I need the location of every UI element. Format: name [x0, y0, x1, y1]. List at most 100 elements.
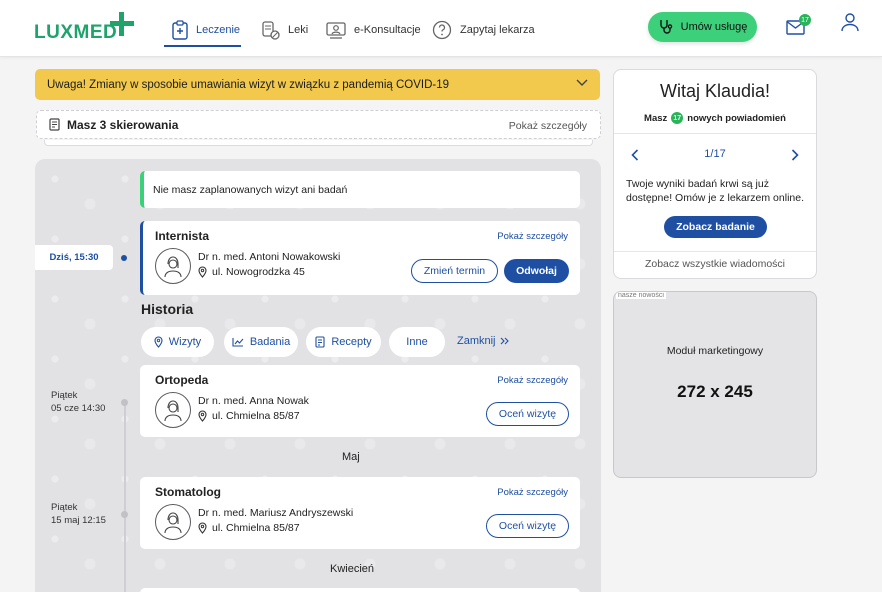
- filter-label: Wizyty: [168, 336, 202, 348]
- address-text: ul. Nowogrodzka 45: [212, 266, 305, 278]
- notification-pager: 1/17: [704, 148, 726, 160]
- visit-date: 05 cze 14:30: [51, 403, 106, 414]
- book-service-label: Umów usługę: [680, 21, 748, 33]
- visit-title: Stomatolog: [155, 485, 221, 499]
- collapse-label: Zamknij: [457, 335, 496, 347]
- top-header: LUXMED Leczenie Leki e-Konsultacje Zapyt…: [0, 0, 882, 57]
- filter-label: Inne: [406, 336, 428, 348]
- notif-suffix: nowych powiadomień: [687, 112, 786, 124]
- visit-address: ul. Nowogrodzka 45: [198, 266, 305, 278]
- location-pin-icon: [198, 522, 207, 534]
- timeline-dot: [121, 511, 128, 518]
- all-messages-link[interactable]: Zobacz wszystkie wiadomości: [614, 258, 816, 270]
- doctor-avatar: [155, 392, 191, 428]
- messages-count-badge: 17: [799, 14, 811, 26]
- timeline-dot-today: [121, 255, 127, 261]
- document-icon: [49, 118, 60, 131]
- upcoming-visit-card: Internista Pokaż szczegóły Dr n. med. An…: [140, 221, 580, 295]
- referrals-title: Masz 3 skierowania: [67, 117, 179, 132]
- logo-cross-icon: [110, 12, 134, 36]
- referrals-details-link[interactable]: Pokaż szczegóły: [509, 120, 587, 132]
- book-service-button[interactable]: Umów usługę: [648, 12, 757, 42]
- notifications-summary: Masz 17 nowych powiadomień: [614, 112, 816, 124]
- visit-address: ul. Chmielna 85/87: [198, 410, 300, 422]
- timeline-dot: [121, 399, 128, 406]
- change-date-button[interactable]: Zmień termin: [411, 259, 498, 283]
- cancel-visit-button[interactable]: Odwołaj: [504, 259, 569, 283]
- doctor-icon: [164, 512, 182, 534]
- visit-day: Piątek: [51, 390, 78, 401]
- chevron-down-icon: [576, 79, 588, 86]
- history-heading: Historia: [141, 301, 194, 317]
- nav-leczenie[interactable]: Leczenie: [172, 13, 240, 47]
- marketing-module[interactable]: nasze nowości Moduł marketingowy 272 x 2…: [613, 291, 817, 478]
- doctor-name: Dr n. med. Mariusz Andryszewski: [198, 507, 354, 519]
- nav-leki[interactable]: Leki: [262, 13, 308, 47]
- nav-e-konsultacje[interactable]: e-Konsultacje: [326, 13, 421, 47]
- visit-date-label: Piątek 05 cze 14:30: [51, 389, 105, 415]
- referrals-stack-edge: [44, 140, 593, 146]
- no-visits-card: Nie masz zaplanowanych wizyt ani badań: [140, 171, 580, 208]
- filter-recepty[interactable]: Recepty: [306, 327, 381, 357]
- address-text: ul. Chmielna 85/87: [212, 410, 300, 422]
- filter-wizyty[interactable]: Wizyty: [141, 327, 214, 357]
- doctor-name: Dr n. med. Anna Nowak: [198, 395, 309, 407]
- visit-date-label: Piątek 15 maj 12:15: [51, 501, 106, 527]
- doctor-name: Dr n. med. Antoni Nowakowski: [198, 251, 341, 263]
- nav-zapytaj-lekarza[interactable]: Zapytaj lekarza: [432, 13, 535, 47]
- filter-label: Recepty: [331, 336, 372, 348]
- location-pin-icon: [154, 336, 163, 348]
- visit-address: ul. Chmielna 85/87: [198, 522, 300, 534]
- collapse-filters-button[interactable]: Zamknij: [457, 335, 509, 347]
- messages-button[interactable]: 17: [786, 14, 811, 38]
- location-pin-icon: [198, 410, 207, 422]
- month-separator: Kwiecień: [330, 563, 375, 575]
- logo-text: LUXMED: [34, 22, 118, 43]
- nav-label: Leki: [288, 24, 309, 36]
- stethoscope-icon: [659, 20, 672, 34]
- notif-prefix: Masz: [644, 112, 668, 124]
- clipboard-medical-icon: [172, 20, 188, 40]
- filter-label: Badania: [249, 336, 291, 348]
- chart-line-icon: [232, 338, 244, 347]
- chevron-right-icon[interactable]: [791, 149, 799, 161]
- pills-icon: [262, 21, 280, 40]
- past-visit-card: Ortopeda Pokaż szczegóły Dr n. med. Anna…: [140, 365, 580, 437]
- divider: [614, 133, 816, 134]
- marketing-size: 272 x 245: [677, 382, 753, 401]
- covid-alert-banner[interactable]: Uwaga! Zmiany w sposobie umawiania wizyt…: [35, 69, 600, 100]
- address-text: ul. Chmielna 85/87: [212, 522, 300, 534]
- visit-details-link[interactable]: Pokaż szczegóły: [497, 375, 568, 386]
- double-chevron-right-icon: [500, 337, 509, 345]
- welcome-greeting: Witaj Klaudia!: [659, 81, 771, 101]
- doctor-icon: [164, 400, 182, 422]
- notification-message: Twoje wyniki badań krwi są już dostępne!…: [626, 178, 805, 204]
- month-separator: Maj: [342, 451, 360, 463]
- question-icon: [432, 20, 452, 40]
- referrals-card[interactable]: Masz 3 skierowania Pokaż szczegóły: [36, 110, 601, 139]
- doctor-icon: [164, 256, 182, 278]
- visit-details-link[interactable]: Pokaż szczegóły: [497, 231, 568, 242]
- user-profile-icon[interactable]: [840, 12, 860, 32]
- visit-date: 15 maj 12:15: [51, 515, 106, 526]
- timeline-line: [124, 400, 126, 592]
- rate-visit-button[interactable]: Oceń wizytę: [486, 514, 569, 538]
- filter-badania[interactable]: Badania: [224, 327, 298, 357]
- visit-title: Internista: [155, 229, 210, 243]
- past-visit-card: Stomatolog Pokaż szczegóły Dr n. med. Ma…: [140, 477, 580, 549]
- view-test-button[interactable]: Zobacz badanie: [664, 216, 767, 238]
- divider: [614, 251, 816, 252]
- notif-count-badge: 17: [671, 112, 684, 124]
- today-time-tag: Dziś, 15:30: [35, 245, 113, 270]
- location-pin-icon: [198, 266, 207, 278]
- welcome-card: Witaj Klaudia! Masz 17 nowych powiadomie…: [613, 69, 817, 279]
- video-consult-icon: [326, 22, 346, 39]
- no-visits-text: Nie masz zaplanowanych wizyt ani badań: [153, 183, 348, 196]
- nav-label: e-Konsultacje: [354, 24, 421, 36]
- doctor-avatar: [155, 504, 191, 540]
- visit-day: Piątek: [51, 502, 78, 513]
- filter-inne[interactable]: Inne: [389, 327, 445, 357]
- nav-label: Leczenie: [196, 24, 241, 36]
- visit-details-link[interactable]: Pokaż szczegóły: [497, 487, 568, 498]
- rate-visit-button[interactable]: Oceń wizytę: [486, 402, 569, 426]
